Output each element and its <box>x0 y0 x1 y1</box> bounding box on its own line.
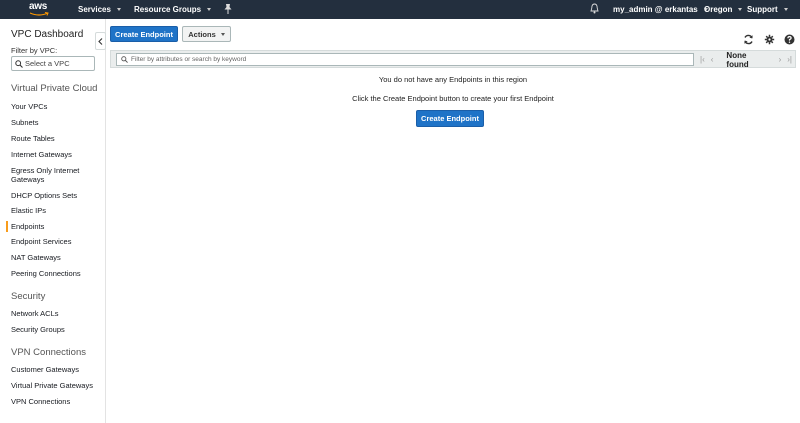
resource-groups-label: Resource Groups <box>134 5 202 14</box>
section-security: Security <box>11 291 46 302</box>
sidebar-item-egress-only-internet-gateways[interactable]: Egress Only Internet Gateways <box>11 166 93 184</box>
sidebar-item-virtual-private-gateways[interactable]: Virtual Private Gateways <box>11 381 101 390</box>
aws-logo[interactable]: aws <box>28 0 54 19</box>
help-icon[interactable] <box>784 34 795 45</box>
create-endpoint-button[interactable]: Create Endpoint <box>110 26 178 42</box>
sidebar-item-endpoints[interactable]: Endpoints <box>11 222 101 231</box>
sidebar-item-elastic-ips[interactable]: Elastic IPs <box>11 206 101 215</box>
previous-page-icon[interactable]: ‹ <box>711 55 714 64</box>
sidebar-item-customer-gateways[interactable]: Customer Gateways <box>11 365 101 374</box>
first-page-icon[interactable]: |‹ <box>700 55 705 64</box>
chevron-down-icon <box>783 8 788 11</box>
vpc-select[interactable]: Select a VPC <box>11 56 95 71</box>
sidebar: VPC Dashboard Filter by VPC: Select a VP… <box>0 19 106 423</box>
refresh-icon[interactable] <box>743 34 754 45</box>
result-count: None found <box>726 50 749 69</box>
collapse-sidebar-button[interactable] <box>95 32 106 50</box>
account-menu[interactable]: my_admin @ erkantas <box>613 5 708 14</box>
sidebar-item-security-groups[interactable]: Security Groups <box>11 325 101 334</box>
actions-dropdown[interactable]: Actions <box>182 26 231 42</box>
sidebar-item-vpn-connections[interactable]: VPN Connections <box>11 397 101 406</box>
chevron-down-icon <box>116 8 121 11</box>
empty-state-hint: Click the Create Endpoint button to crea… <box>352 94 554 103</box>
top-navigation-bar: aws Services Resource Groups my_admin @ … <box>0 0 800 19</box>
filter-bar: Filter by attributes or search by keywor… <box>110 50 796 69</box>
services-menu[interactable]: Services <box>78 5 121 14</box>
search-icon <box>121 56 128 63</box>
sidebar-item-subnets[interactable]: Subnets <box>11 118 101 127</box>
chevron-left-icon <box>98 37 103 45</box>
chevron-down-icon <box>738 8 743 11</box>
support-label: Support <box>747 5 778 14</box>
sidebar-item-network-acls[interactable]: Network ACLs <box>11 309 101 318</box>
aws-logo-text: aws <box>29 1 48 12</box>
filter-search-input[interactable]: Filter by attributes or search by keywor… <box>116 53 694 66</box>
vpc-select-placeholder: Select a VPC <box>25 59 70 68</box>
chevron-down-icon <box>220 32 225 36</box>
filter-by-vpc-label: Filter by VPC: <box>11 46 58 55</box>
section-virtual-private-cloud: Virtual Private Cloud <box>11 83 98 94</box>
services-label: Services <box>78 5 111 14</box>
filter-placeholder: Filter by attributes or search by keywor… <box>131 56 247 63</box>
active-item-indicator <box>6 221 8 232</box>
resource-groups-menu[interactable]: Resource Groups <box>134 5 212 14</box>
sidebar-item-your-vpcs[interactable]: Your VPCs <box>11 102 101 111</box>
sidebar-item-endpoint-services[interactable]: Endpoint Services <box>11 237 101 246</box>
sidebar-title[interactable]: VPC Dashboard <box>11 29 83 40</box>
create-endpoint-empty-state-button[interactable]: Create Endpoint <box>416 110 484 127</box>
chevron-down-icon <box>207 8 212 11</box>
sidebar-item-nat-gateways[interactable]: NAT Gateways <box>11 253 101 262</box>
section-vpn-connections: VPN Connections <box>11 347 86 358</box>
support-menu[interactable]: Support <box>747 5 788 14</box>
pin-icon[interactable] <box>224 4 232 14</box>
sidebar-item-dhcp-options-sets[interactable]: DHCP Options Sets <box>11 191 101 200</box>
sidebar-item-internet-gateways[interactable]: Internet Gateways <box>11 150 101 159</box>
sidebar-item-route-tables[interactable]: Route Tables <box>11 134 101 143</box>
gear-icon[interactable] <box>764 34 775 45</box>
search-icon <box>15 60 23 68</box>
last-page-icon[interactable]: ›| <box>787 55 792 64</box>
bell-icon[interactable] <box>590 3 599 14</box>
region-label: Oregon <box>704 5 733 14</box>
next-page-icon[interactable]: › <box>779 55 782 64</box>
region-menu[interactable]: Oregon <box>704 5 743 14</box>
aws-smile-icon <box>29 12 49 16</box>
sidebar-item-peering-connections[interactable]: Peering Connections <box>11 269 101 278</box>
actions-label: Actions <box>188 29 216 39</box>
pagination: |‹ ‹ None found › ›| <box>697 50 795 69</box>
empty-state-message: You do not have any Endpoints in this re… <box>378 75 528 84</box>
account-label: my_admin @ erkantas <box>613 5 698 14</box>
